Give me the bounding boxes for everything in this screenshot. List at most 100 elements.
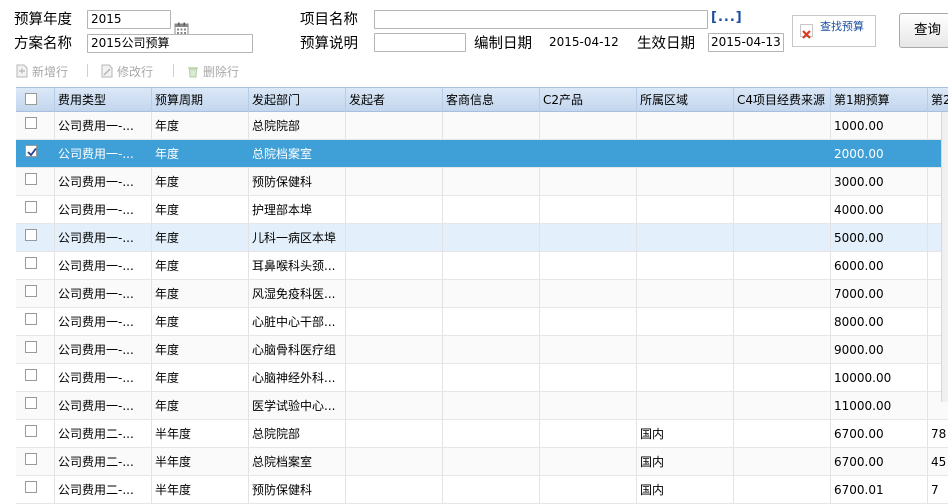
- cell-budget-period: 年度: [152, 364, 249, 391]
- cell-c2-product: [540, 252, 637, 279]
- table-row[interactable]: 公司费用一-... 年度 心脑神经外科... 10000.00: [16, 364, 948, 392]
- budget-year-field[interactable]: 2015: [87, 10, 171, 29]
- table-row[interactable]: 公司费用一-... 年度 风湿免疫科医... 7000.00: [16, 280, 948, 308]
- table-row[interactable]: 公司费用二-... 半年度 总院档案室 国内 6700.00 45: [16, 448, 948, 476]
- row-select-cell[interactable]: [16, 112, 55, 139]
- row-checkbox[interactable]: [25, 453, 37, 465]
- row-checkbox[interactable]: [25, 425, 37, 437]
- add-row-button[interactable]: 新增行: [16, 63, 68, 80]
- column-header-label: 所属区域: [640, 93, 689, 107]
- table-row[interactable]: 公司费用一-... 年度 心脑骨科医疗组 9000.00: [16, 336, 948, 364]
- row-select-cell[interactable]: [16, 252, 55, 279]
- table-row[interactable]: 公司费用一-... 年度 总院院部 1000.00: [16, 112, 948, 140]
- table-row[interactable]: 公司费用一-... 年度 耳鼻喉科头颈... 6000.00: [16, 252, 948, 280]
- table-row[interactable]: 公司费用一-... 年度 护理部本埠 4000.00: [16, 196, 948, 224]
- column-header-c2-product[interactable]: C2产品: [540, 88, 637, 112]
- cell-c2-product: [540, 112, 637, 139]
- cell-initiating-dept: 总院档案室: [249, 140, 346, 167]
- table-row[interactable]: 公司费用二-... 半年度 总院院部 国内 6700.00 78: [16, 420, 948, 448]
- column-header-select-all[interactable]: [16, 88, 55, 112]
- table-row[interactable]: 公司费用一-... 年度 医学试验中心... 11000.00: [16, 392, 948, 420]
- cell-c2-product: [540, 392, 637, 419]
- row-select-cell[interactable]: [16, 280, 55, 307]
- vertical-scrollbar[interactable]: [941, 112, 948, 402]
- row-select-cell[interactable]: [16, 140, 55, 167]
- cell-c2-product: [540, 168, 637, 195]
- table-row[interactable]: 公司费用一-... 年度 总院档案室 2000.00: [16, 140, 948, 168]
- cell-initiator: [346, 448, 443, 475]
- row-checkbox[interactable]: [25, 481, 37, 493]
- cell-initiator: [346, 476, 443, 503]
- row-select-cell[interactable]: [16, 476, 55, 503]
- column-header-c4-fund-source[interactable]: C4项目经费来源: [734, 88, 831, 112]
- query-button[interactable]: 查询: [899, 13, 948, 48]
- row-checkbox[interactable]: [25, 229, 37, 241]
- cell-region: [637, 308, 734, 335]
- cell-region: [637, 280, 734, 307]
- row-checkbox[interactable]: [25, 145, 37, 157]
- column-header-period1-budget[interactable]: 第1期预算: [831, 88, 928, 112]
- cell-initiating-dept: 心脑神经外科...: [249, 364, 346, 391]
- effective-date-field[interactable]: 2015-04-13: [708, 33, 784, 52]
- column-header-merchant-info[interactable]: 客商信息: [443, 88, 540, 112]
- column-header-expense-type[interactable]: 费用类型: [55, 88, 152, 112]
- column-header-initiator[interactable]: 发起者: [346, 88, 443, 112]
- row-checkbox[interactable]: [25, 257, 37, 269]
- cell-c4-fund-source: [734, 196, 831, 223]
- row-select-cell[interactable]: [16, 336, 55, 363]
- row-select-cell[interactable]: [16, 224, 55, 251]
- cell-region: [637, 336, 734, 363]
- cell-period1-budget: 6000.00: [831, 252, 928, 279]
- cell-region: [637, 196, 734, 223]
- row-checkbox[interactable]: [25, 173, 37, 185]
- column-header-label: C4项目经费来源: [737, 93, 826, 107]
- cell-initiating-dept: 耳鼻喉科头颈...: [249, 252, 346, 279]
- row-select-cell[interactable]: [16, 420, 55, 447]
- row-checkbox[interactable]: [25, 117, 37, 129]
- budget-desc-field[interactable]: [374, 33, 466, 52]
- cell-merchant-info: [443, 280, 540, 307]
- row-checkbox[interactable]: [25, 369, 37, 381]
- row-select-cell[interactable]: [16, 392, 55, 419]
- cell-expense-type: 公司费用一-...: [55, 140, 152, 167]
- row-select-cell[interactable]: [16, 364, 55, 391]
- column-header-budget-period[interactable]: 预算周期: [152, 88, 249, 112]
- table-row[interactable]: 公司费用一-... 年度 预防保健科 3000.00: [16, 168, 948, 196]
- cell-expense-type: 公司费用一-...: [55, 336, 152, 363]
- cell-c4-fund-source: [734, 336, 831, 363]
- edit-row-button[interactable]: 修改行: [101, 63, 153, 80]
- row-checkbox[interactable]: [25, 201, 37, 213]
- cell-region: [637, 252, 734, 279]
- cell-initiator: [346, 280, 443, 307]
- row-select-cell[interactable]: [16, 448, 55, 475]
- cell-c4-fund-source: [734, 476, 831, 503]
- project-name-field[interactable]: [374, 10, 708, 29]
- trash-icon: [188, 67, 198, 78]
- column-header-region[interactable]: 所属区域: [637, 88, 734, 112]
- cell-expense-type: 公司费用一-...: [55, 112, 152, 139]
- row-select-cell[interactable]: [16, 196, 55, 223]
- project-lookup-link[interactable]: [...]: [711, 10, 743, 25]
- select-all-checkbox[interactable]: [25, 93, 37, 105]
- row-select-cell[interactable]: [16, 168, 55, 195]
- row-checkbox[interactable]: [25, 397, 37, 409]
- find-budget-button[interactable]: 查找预算: [792, 15, 876, 47]
- row-checkbox[interactable]: [25, 285, 37, 297]
- row-checkbox[interactable]: [25, 313, 37, 325]
- cell-c4-fund-source: [734, 364, 831, 391]
- cell-c4-fund-source: [734, 308, 831, 335]
- cell-period1-budget: 6700.00: [831, 420, 928, 447]
- cell-merchant-info: [443, 392, 540, 419]
- table-row[interactable]: 公司费用一-... 年度 心脏中心干部... 8000.00: [16, 308, 948, 336]
- delete-row-label: 删除行: [203, 65, 240, 79]
- row-select-cell[interactable]: [16, 308, 55, 335]
- table-row[interactable]: 公司费用二-... 半年度 预防保健科 国内 6700.01 7: [16, 476, 948, 504]
- table-row[interactable]: 公司费用一-... 年度 儿科一病区本埠 5000.00: [16, 224, 948, 252]
- cell-c4-fund-source: [734, 252, 831, 279]
- plan-name-field[interactable]: 2015公司预算: [87, 34, 253, 53]
- compile-date-field[interactable]: 2015-04-12: [545, 33, 633, 52]
- column-header-initiating-dept[interactable]: 发起部门: [249, 88, 346, 112]
- delete-row-button[interactable]: 删除行: [187, 63, 239, 80]
- column-header-period2-budget[interactable]: 第2: [928, 88, 948, 112]
- row-checkbox[interactable]: [25, 341, 37, 353]
